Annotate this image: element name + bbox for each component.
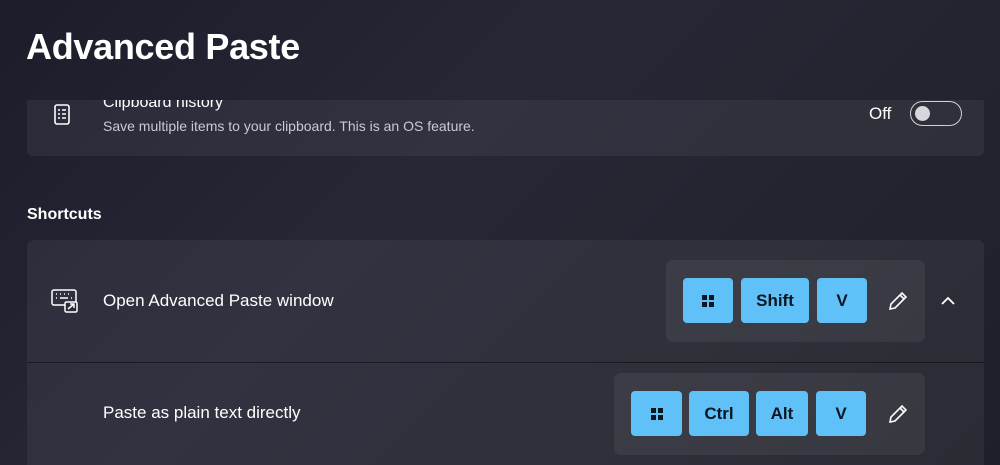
shortcut-keys-panel[interactable]: Ctrl Alt V — [614, 373, 925, 455]
shortcut-label: Paste as plain text directly — [103, 403, 301, 422]
clipboard-history-toggle[interactable] — [910, 101, 962, 126]
chevron-up-icon — [941, 296, 955, 305]
clipboard-history-description: Save multiple items to your clipboard. T… — [103, 118, 475, 134]
windows-logo-icon — [650, 407, 663, 420]
edit-shortcut-button[interactable] — [882, 398, 914, 430]
key-shift: Shift — [741, 278, 809, 323]
page-title: Advanced Paste — [26, 26, 300, 67]
toggle-state-label: Off — [869, 104, 892, 123]
key-ctrl: Ctrl — [689, 391, 749, 436]
shortcut-keys-panel[interactable]: Shift V — [666, 260, 925, 342]
collapse-button[interactable] — [933, 286, 963, 316]
shortcuts-card: Open Advanced Paste window Shift V Paste… — [27, 240, 984, 465]
clipboard-list-icon — [54, 104, 70, 125]
key-alt: Alt — [756, 391, 808, 436]
key-windows — [631, 391, 682, 436]
pencil-edit-icon — [888, 404, 908, 424]
key-v: V — [817, 278, 867, 323]
edit-shortcut-button[interactable] — [882, 285, 914, 317]
shortcuts-section-title: Shortcuts — [27, 206, 102, 223]
clipboard-history-card: Clipboard history Save multiple items to… — [27, 100, 984, 156]
key-windows — [683, 278, 733, 323]
keyboard-shortcut-icon — [51, 289, 78, 313]
clipboard-history-title: Clipboard history — [103, 100, 224, 111]
shortcut-row-plain-text: Paste as plain text directly Ctrl Alt V — [27, 363, 984, 465]
key-v: V — [816, 391, 866, 436]
shortcut-label: Open Advanced Paste window — [103, 291, 334, 310]
shortcut-row-open-window: Open Advanced Paste window Shift V — [27, 240, 984, 362]
windows-logo-icon — [702, 294, 714, 307]
pencil-edit-icon — [888, 291, 908, 311]
toggle-knob — [915, 105, 930, 121]
